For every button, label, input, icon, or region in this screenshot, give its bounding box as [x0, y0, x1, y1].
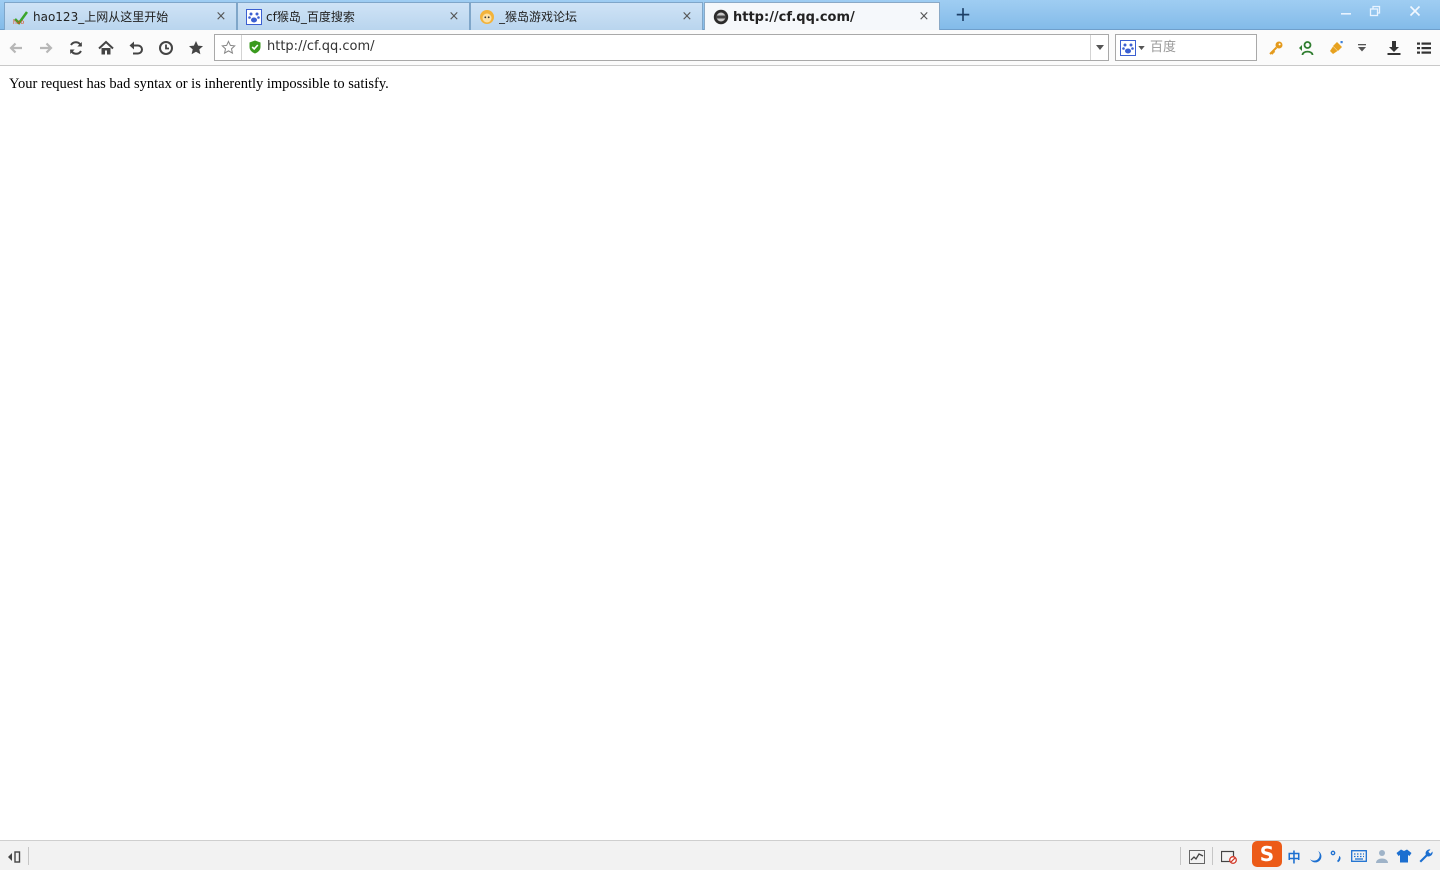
hamburger-menu-icon	[1417, 42, 1431, 54]
url-text[interactable]: http://cf.qq.com/	[267, 39, 375, 54]
ime-skin-button[interactable]	[1395, 847, 1413, 865]
chevron-down-icon	[1095, 45, 1104, 50]
tab-title: hao123_上网从这里开始	[33, 10, 169, 24]
tab-title: http://cf.qq.com/	[733, 9, 855, 25]
paint-brush-icon	[1330, 41, 1343, 54]
ime-punctuation-toggle[interactable]	[1328, 847, 1344, 865]
error-message: Your request has bad syntax or is inhere…	[9, 76, 389, 92]
security-shield-icon[interactable]	[248, 40, 262, 54]
tab-baidu-search[interactable]: cf猴岛_百度搜索 ×	[237, 2, 470, 30]
undo-icon	[129, 41, 143, 55]
shirt-icon	[1396, 849, 1412, 863]
address-bar[interactable]: http://cf.qq.com/	[214, 34, 1109, 61]
close-tab-icon[interactable]: ×	[447, 9, 461, 24]
wrench-icon	[1419, 849, 1433, 863]
minimize-button[interactable]	[1332, 0, 1360, 22]
ime-halfwidth-toggle[interactable]	[1307, 847, 1323, 865]
status-divider	[1212, 847, 1213, 865]
bookmark-star-icon[interactable]	[215, 35, 242, 60]
status-bar: S 中	[0, 840, 1440, 870]
baidu-paw-icon	[246, 8, 262, 25]
tab-title: _猴岛游戏论坛	[499, 10, 578, 24]
forward-arrow-icon	[40, 42, 53, 54]
performance-button[interactable]	[1188, 848, 1206, 866]
tab-strip: hao hao123_上网从这里开始 × cf猴岛_百度搜索 × _猴岛游戏论坛…	[0, 0, 1440, 31]
reload-button[interactable]	[66, 38, 86, 58]
tab-forum[interactable]: _猴岛游戏论坛 ×	[470, 2, 703, 30]
close-tab-icon[interactable]: ×	[214, 9, 228, 24]
search-input[interactable]	[1150, 36, 1250, 59]
skin-button[interactable]	[1326, 38, 1346, 58]
tab-hao123[interactable]: hao hao123_上网从这里开始 ×	[4, 2, 237, 30]
ime-account-button[interactable]	[1373, 847, 1391, 865]
sync-account-button[interactable]	[1296, 38, 1316, 58]
downloads-button[interactable]	[1384, 38, 1404, 58]
home-icon	[98, 40, 114, 55]
reload-icon	[70, 41, 82, 55]
forward-button[interactable]	[36, 38, 56, 58]
status-divider	[1180, 847, 1181, 865]
baidu-paw-icon	[1120, 40, 1136, 56]
activity-monitor-icon	[1189, 850, 1205, 864]
navigation-toolbar: http://cf.qq.com/	[0, 30, 1440, 66]
keyboard-icon	[1351, 850, 1367, 862]
user-icon	[1376, 850, 1388, 863]
chevron-down-icon	[1138, 46, 1145, 50]
ime-tools-button[interactable]	[1417, 847, 1435, 865]
url-history-dropdown[interactable]	[1090, 35, 1108, 60]
close-tab-icon[interactable]: ×	[917, 10, 931, 24]
punctuation-icon	[1330, 850, 1341, 863]
sidebar-toggle-button[interactable]	[5, 848, 23, 866]
hao123-icon: hao	[13, 9, 29, 26]
download-icon	[1387, 41, 1401, 55]
site-icon	[713, 9, 729, 25]
user-sync-icon	[1299, 41, 1314, 56]
addons-dropdown-button[interactable]	[1352, 38, 1372, 58]
ime-chinese-mode[interactable]: 中	[1285, 847, 1303, 866]
moon-icon	[1310, 851, 1322, 863]
key-icon	[1269, 41, 1283, 55]
sidebar-toggle-icon	[8, 851, 21, 863]
bookmarks-button[interactable]	[186, 38, 206, 58]
back-arrow-icon	[9, 42, 22, 54]
clock-icon	[159, 41, 173, 55]
restore-button[interactable]	[1361, 0, 1389, 22]
star-filled-icon	[189, 41, 203, 55]
tab-cf-qq[interactable]: http://cf.qq.com/ ×	[704, 2, 940, 31]
password-manager-button[interactable]	[1266, 38, 1286, 58]
svg-text:hao: hao	[13, 19, 24, 25]
monkey-icon	[479, 9, 495, 25]
back-button[interactable]	[6, 38, 26, 58]
adblock-button[interactable]	[1220, 848, 1238, 866]
new-tab-button[interactable]: +	[951, 4, 975, 24]
status-divider	[28, 847, 29, 865]
close-tab-icon[interactable]: ×	[680, 9, 694, 24]
home-button[interactable]	[96, 38, 116, 58]
page-content: Your request has bad syntax or is inhere…	[0, 67, 1440, 840]
search-engine-selector[interactable]	[1120, 40, 1146, 56]
menu-button[interactable]	[1414, 38, 1434, 58]
search-box[interactable]	[1115, 34, 1257, 61]
undo-close-button[interactable]	[126, 38, 146, 58]
history-button[interactable]	[156, 38, 176, 58]
sogou-ime-logo[interactable]: S	[1252, 841, 1282, 867]
tab-title: cf猴岛_百度搜索	[266, 10, 355, 24]
ime-keyboard-button[interactable]	[1350, 847, 1368, 865]
close-window-button[interactable]	[1400, 0, 1430, 22]
chevron-down-icon	[1358, 44, 1366, 52]
adblock-icon	[1221, 850, 1237, 864]
